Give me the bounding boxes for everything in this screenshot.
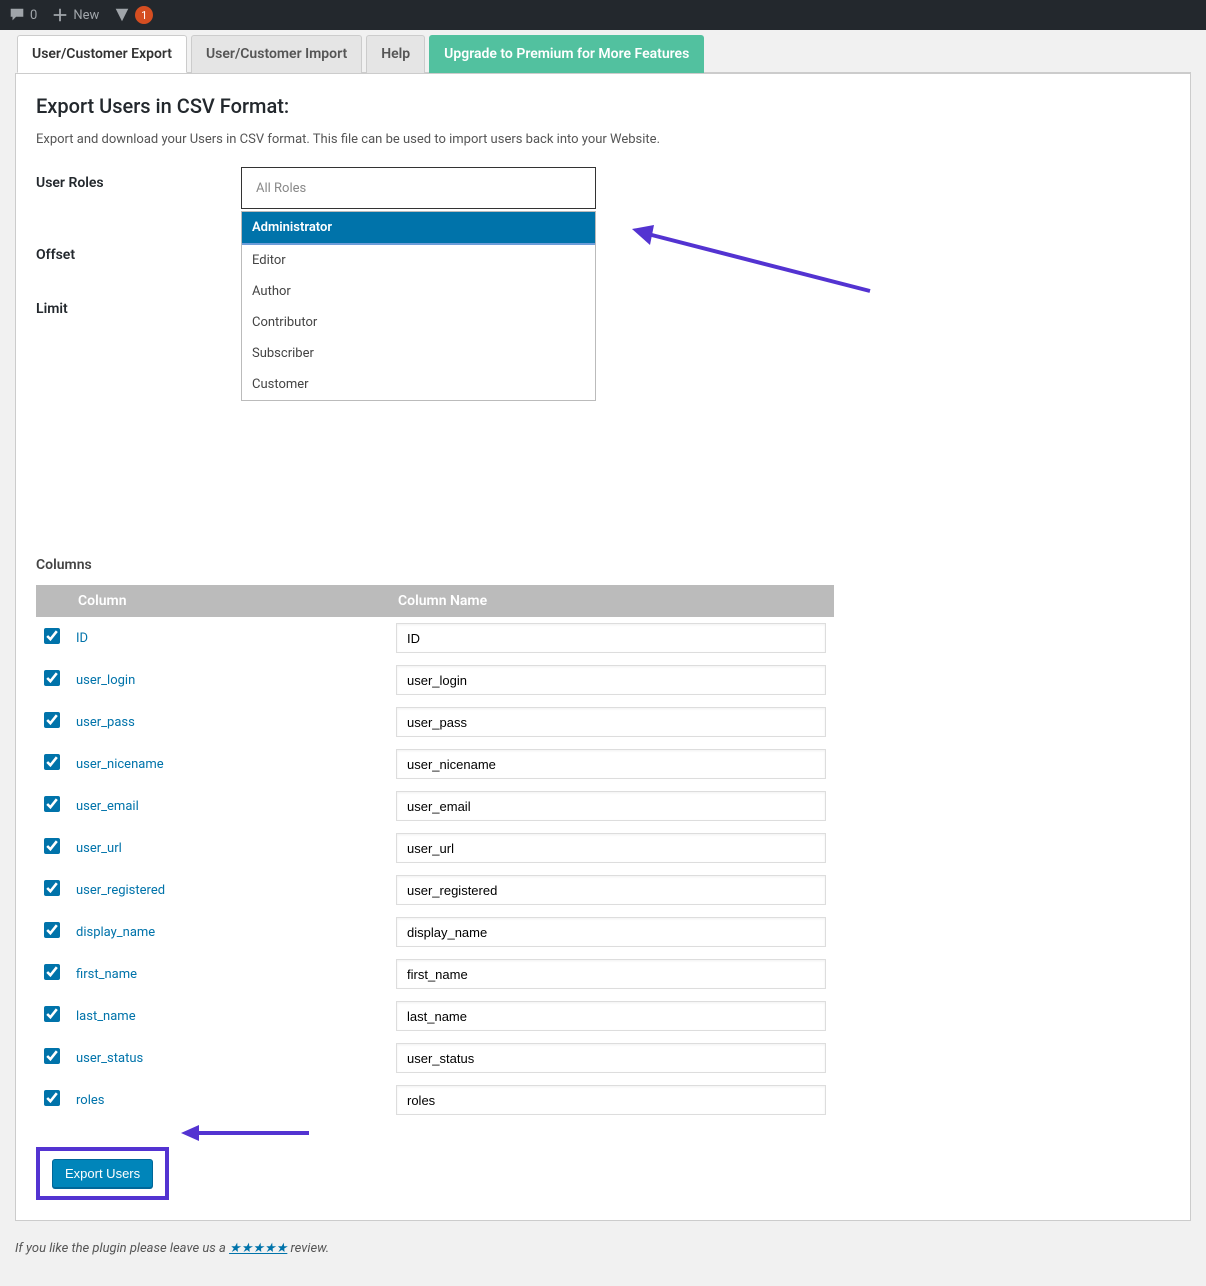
column-name-input[interactable] [396,1001,826,1031]
comment-icon [8,6,26,24]
footer-review-line: If you like the plugin please leave us a… [15,1241,1191,1286]
column-checkbox[interactable] [44,754,60,770]
user-roles-label: User Roles [36,167,241,191]
table-row: user_registered [36,869,834,911]
adminbar-comments[interactable]: 0 [8,6,37,24]
adminbar-new[interactable]: New [51,6,99,24]
column-name-input[interactable] [396,833,826,863]
role-option[interactable]: Author [242,276,595,307]
limit-label: Limit [36,293,241,317]
table-row: display_name [36,911,834,953]
column-name-input[interactable] [396,665,826,695]
admin-bar: 0 New 1 [0,0,1206,30]
role-option[interactable]: Subscriber [242,338,595,369]
column-key: user_url [68,827,388,869]
column-name-input[interactable] [396,707,826,737]
column-name-input[interactable] [396,749,826,779]
tab-premium[interactable]: Upgrade to Premium for More Features [429,35,704,73]
column-key: user_email [68,785,388,827]
column-name-input[interactable] [396,623,826,653]
table-row: user_status [36,1037,834,1079]
row-limit: Limit [36,293,1170,317]
table-row: user_url [36,827,834,869]
column-checkbox[interactable] [44,1090,60,1106]
column-key: user_pass [68,701,388,743]
columns-th-column: Column [68,585,388,617]
column-checkbox[interactable] [44,1048,60,1064]
column-checkbox[interactable] [44,922,60,938]
tab-import[interactable]: User/Customer Import [191,35,362,73]
column-name-input[interactable] [396,875,826,905]
tab-export[interactable]: User/Customer Export [17,35,187,73]
yoast-icon [113,6,131,24]
user-roles-dropdown: AdministratorEditorAuthorContributorSubs… [241,211,596,401]
column-key: roles [68,1079,388,1121]
submit-highlight: Export Users [36,1147,169,1200]
column-name-input[interactable] [396,917,826,947]
user-roles-select[interactable]: All Roles [241,167,596,209]
table-row: user_email [36,785,834,827]
column-name-input[interactable] [396,791,826,821]
role-option[interactable]: Contributor [242,307,595,338]
notifications-badge: 1 [135,6,153,24]
column-key: display_name [68,911,388,953]
adminbar-comments-count: 0 [30,8,37,23]
page-description: Export and download your Users in CSV fo… [36,132,1170,147]
column-checkbox[interactable] [44,628,60,644]
page-title: Export Users in CSV Format: [36,94,1170,118]
adminbar-notifications[interactable]: 1 [113,6,153,24]
user-roles-placeholder: All Roles [256,181,306,196]
table-row: user_login [36,659,834,701]
table-row: roles [36,1079,834,1121]
column-name-input[interactable] [396,959,826,989]
footer-stars-link[interactable]: ★★★★★ [229,1241,287,1256]
role-option[interactable]: Administrator [242,212,595,245]
column-checkbox[interactable] [44,838,60,854]
tab-help[interactable]: Help [366,35,425,73]
column-checkbox[interactable] [44,880,60,896]
column-key: user_nicename [68,743,388,785]
column-key: last_name [68,995,388,1037]
columns-th-check [36,585,68,617]
column-checkbox[interactable] [44,1006,60,1022]
column-key: first_name [68,953,388,995]
row-user-roles: User Roles All Roles AdministratorEditor… [36,167,1170,209]
annotation-arrow-submit [177,1121,317,1149]
column-checkbox[interactable] [44,964,60,980]
column-key: user_status [68,1037,388,1079]
column-key: user_registered [68,869,388,911]
column-key: ID [68,617,388,659]
column-name-input[interactable] [396,1043,826,1073]
column-checkbox[interactable] [44,796,60,812]
column-key: user_login [68,659,388,701]
tab-bar: User/Customer ExportUser/Customer Import… [17,35,1191,73]
columns-th-name: Column Name [388,585,834,617]
column-name-input[interactable] [396,1085,826,1115]
columns-table: Column Column Name IDuser_loginuser_pass… [36,585,834,1121]
export-users-button[interactable]: Export Users [52,1159,153,1188]
footer-prefix: If you like the plugin please leave us a [15,1241,229,1256]
column-checkbox[interactable] [44,712,60,728]
role-option[interactable]: Editor [242,245,595,276]
plus-icon [51,6,69,24]
export-panel: Export Users in CSV Format: Export and d… [15,73,1191,1221]
adminbar-new-label: New [73,8,99,23]
table-row: ID [36,617,834,659]
role-option[interactable]: Customer [242,369,595,400]
table-row: last_name [36,995,834,1037]
table-row: user_pass [36,701,834,743]
table-row: user_nicename [36,743,834,785]
table-row: first_name [36,953,834,995]
column-checkbox[interactable] [44,670,60,686]
footer-suffix: review. [287,1241,329,1256]
columns-heading: Columns [36,557,1170,573]
row-offset: Offset [36,239,1170,263]
offset-label: Offset [36,239,241,263]
